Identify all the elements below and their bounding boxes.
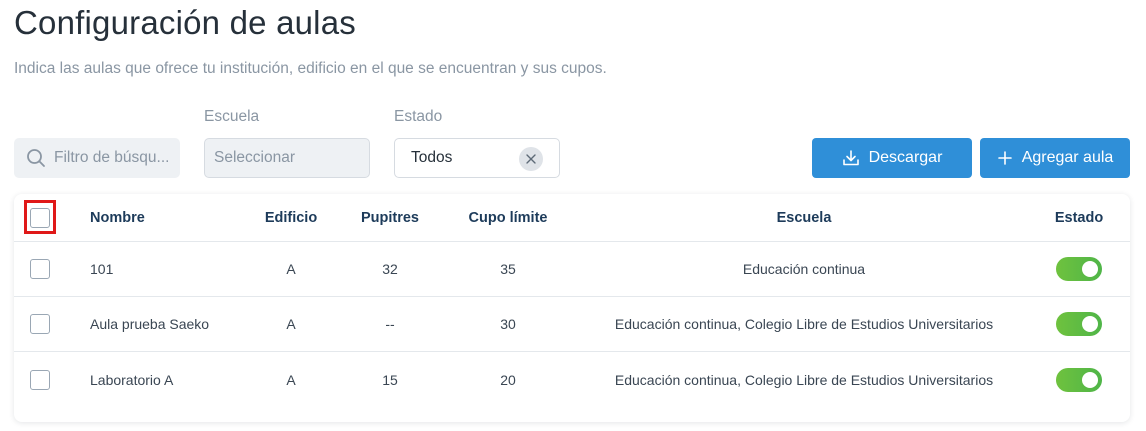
select-all-checkbox[interactable] (30, 207, 50, 228)
column-header-pupitres[interactable]: Pupitres (350, 194, 430, 241)
search-input[interactable] (54, 149, 174, 167)
escuela-select-value: Seleccionar (214, 149, 295, 166)
cell-cupo-limite: 20 (500, 371, 516, 388)
estado-filter-label: Estado (394, 108, 443, 125)
cell-escuela: Educación continua, Colegio Libre de Est… (614, 316, 994, 332)
column-header-escuela[interactable]: Escuela (574, 194, 1034, 241)
row-checkbox[interactable] (30, 369, 50, 390)
table-row[interactable]: Laboratorio A A 15 20 Educación continua… (14, 352, 1130, 407)
row-checkbox-cell (30, 297, 52, 351)
plus-icon (997, 151, 1012, 165)
search-icon (27, 149, 45, 167)
column-header-estado[interactable]: Estado (1039, 194, 1119, 241)
table-row[interactable]: Aula prueba Saeko A -- 30 Educación cont… (14, 297, 1130, 352)
cell-edificio: A (286, 316, 296, 332)
column-header-nombre[interactable]: Nombre (90, 194, 260, 241)
clear-estado-button[interactable] (519, 147, 543, 171)
add-classroom-button-label: Agregar aula (1021, 149, 1114, 166)
select-all-cell (30, 194, 52, 241)
download-button-label: Descargar (868, 149, 943, 166)
cell-cupo-limite: 30 (500, 316, 516, 332)
toggle-knob (1082, 261, 1098, 277)
cell-edificio: A (286, 371, 296, 388)
row-checkbox[interactable] (30, 259, 50, 279)
status-toggle[interactable] (1056, 367, 1102, 392)
cell-edificio: A (286, 261, 296, 277)
row-checkbox-cell (30, 242, 52, 296)
cell-nombre: Aula prueba Saeko (90, 316, 210, 332)
row-checkbox-cell (30, 352, 52, 407)
table-header: Nombre Edificio Pupitres Cupo límite Esc… (14, 194, 1130, 242)
cell-cupo-limite: 35 (500, 261, 516, 277)
toggle-knob (1082, 316, 1098, 332)
status-toggle[interactable] (1056, 312, 1102, 336)
download-button[interactable]: Descargar (812, 138, 972, 178)
download-icon (842, 150, 859, 166)
search-field[interactable] (14, 138, 180, 178)
cell-nombre: Laboratorio A (90, 371, 174, 388)
page-subtitle: Indica las aulas que ofrece tu instituci… (14, 60, 607, 77)
cell-nombre: 101 (90, 261, 114, 277)
cell-pupitres: 32 (382, 261, 398, 277)
cell-pupitres: -- (385, 316, 395, 332)
escuela-filter-label: Escuela (204, 108, 260, 125)
add-classroom-button[interactable]: Agregar aula (980, 138, 1130, 178)
cell-estado (1039, 297, 1119, 351)
page-title: Configuración de aulas (14, 4, 356, 41)
escuela-select[interactable]: Seleccionar (204, 138, 370, 178)
toggle-knob (1082, 371, 1098, 388)
close-icon (526, 154, 536, 164)
cell-escuela: Educación continua (742, 261, 866, 277)
table-row[interactable]: 101 A 32 35 Educación continua (14, 242, 1130, 297)
cell-pupitres: 15 (382, 371, 398, 388)
classrooms-table: Nombre Edificio Pupitres Cupo límite Esc… (14, 194, 1130, 422)
estado-select-value: Todos (411, 149, 453, 166)
row-checkbox[interactable] (30, 314, 50, 334)
cell-estado (1039, 352, 1119, 407)
column-header-edificio[interactable]: Edificio (251, 194, 331, 241)
estado-select[interactable]: Todos (394, 138, 560, 178)
status-toggle[interactable] (1056, 257, 1102, 281)
cell-escuela: Educación continua, Colegio Libre de Est… (614, 371, 994, 388)
column-header-cupo-limite[interactable]: Cupo límite (448, 194, 568, 241)
cell-estado (1039, 242, 1119, 296)
